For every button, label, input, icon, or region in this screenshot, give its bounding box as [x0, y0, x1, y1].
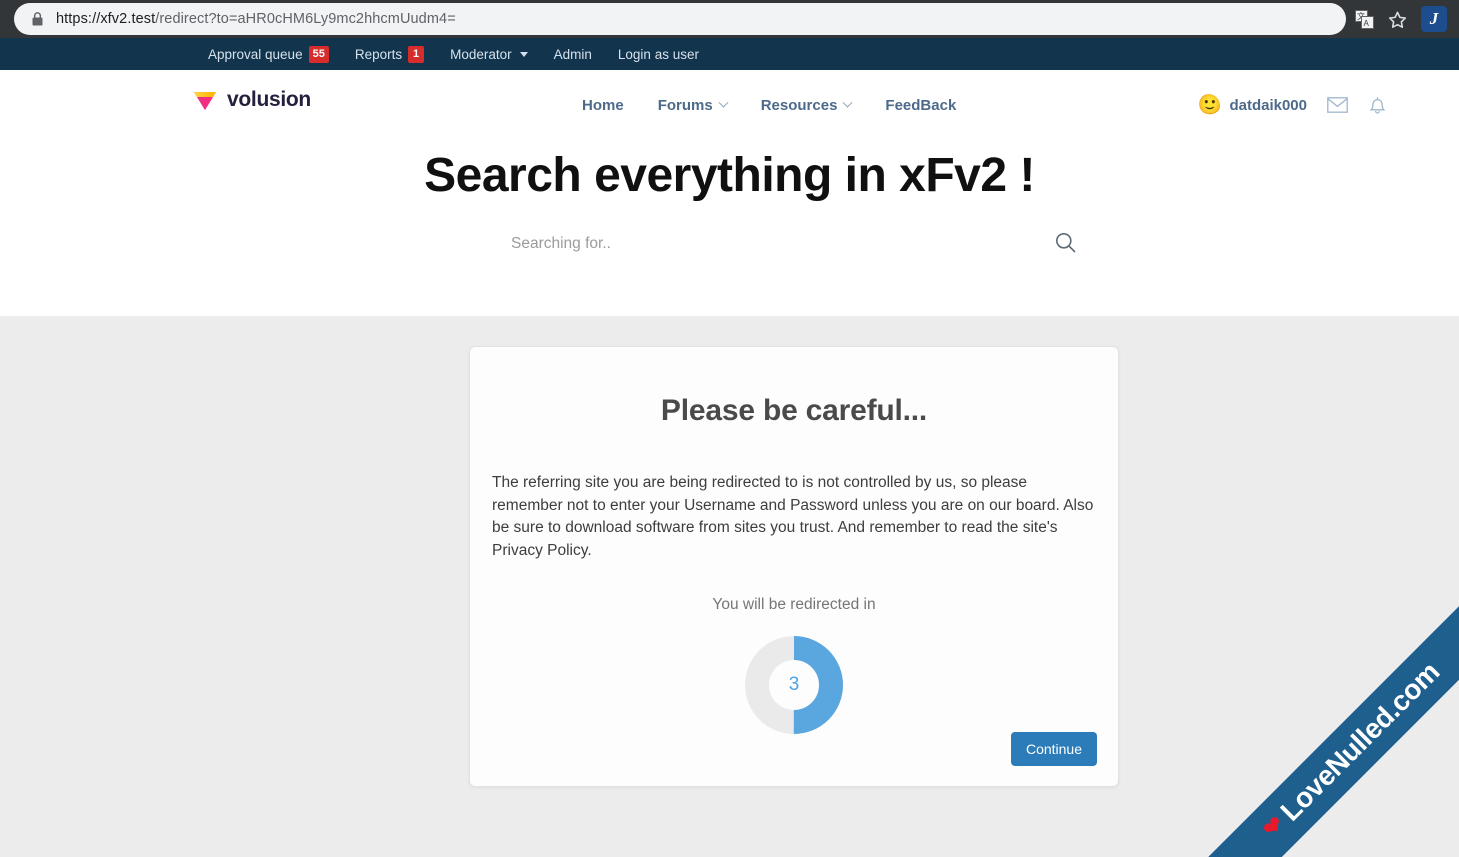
nav-item-label: Forums: [657, 96, 713, 114]
svg-text:A: A: [1363, 19, 1369, 28]
envelope-icon[interactable]: [1327, 97, 1348, 113]
approval-queue-badge: 55: [308, 45, 329, 63]
admin-link-label: Approval queue: [208, 46, 303, 62]
countdown-number: 3: [788, 674, 800, 695]
site-header: volusion Home Forums Resources FeedBack …: [0, 70, 1459, 140]
admin-link-label: Login as user: [617, 46, 699, 62]
admin-link-label: Reports: [354, 46, 403, 62]
address-bar-url: https://xfv2.test/redirect?to=aHR0cHM6Ly…: [56, 11, 456, 27]
countdown-donut-wrap: 3: [470, 636, 1118, 734]
nav-item-feedback[interactable]: FeedBack: [868, 97, 973, 114]
page-title: Search everything in xFv2 !: [424, 149, 1035, 202]
translate-icon[interactable]: 文 A: [1353, 8, 1375, 30]
card-body-text: The referring site you are being redirec…: [492, 474, 1094, 559]
continue-button[interactable]: Continue: [1010, 732, 1097, 766]
admin-link-label: Admin: [553, 46, 592, 62]
watermark: ❤ LoveNulled.com: [1171, 571, 1459, 857]
search-hero: Search everything in xFv2 !: [0, 140, 1459, 316]
chevron-down-icon: [519, 51, 528, 57]
search-icon: [1055, 232, 1076, 256]
chevron-down-icon: [718, 97, 729, 108]
admin-link-login-as-user[interactable]: Login as user: [618, 47, 699, 62]
admin-link-approval-queue[interactable]: Approval queue 55: [208, 45, 329, 63]
nav-item-label: FeedBack: [885, 96, 957, 114]
avatar: 🙂: [1197, 93, 1221, 116]
username-label: datdaik000: [1229, 96, 1307, 114]
nav-item-resources[interactable]: Resources: [744, 97, 869, 114]
site-logo-text: volusion: [227, 88, 311, 111]
search-input[interactable]: [511, 235, 1021, 253]
redirect-countdown-label: You will be redirected in: [712, 596, 876, 613]
admin-link-admin[interactable]: Admin: [554, 47, 592, 62]
lock-icon: [30, 11, 44, 27]
heart-icon: ❤: [1257, 810, 1291, 844]
countdown-donut: 3: [745, 636, 843, 734]
reports-badge: 1: [408, 45, 425, 63]
admin-link-reports[interactable]: Reports 1: [354, 45, 425, 63]
main-nav: Home Forums Resources FeedBack: [565, 70, 973, 140]
nav-item-label: Resources: [760, 96, 838, 114]
nav-item-forums[interactable]: Forums: [641, 97, 744, 114]
nav-item-label: Home: [582, 96, 624, 114]
redirect-notice-card: Please be careful... The referring site …: [469, 346, 1119, 787]
admin-bar: Approval queue 55 Reports 1 Moderator Ad…: [0, 38, 1459, 70]
site-logo[interactable]: volusion: [192, 87, 311, 113]
watermark-text: LoveNulled.com: [1274, 655, 1446, 827]
user-menu-area: 🙂 datdaik000: [1197, 70, 1387, 140]
chevron-down-icon: [842, 97, 853, 108]
bell-icon[interactable]: [1368, 95, 1387, 115]
nav-item-home[interactable]: Home: [565, 97, 641, 114]
card-actions: Continue: [1010, 732, 1097, 766]
user-account-link[interactable]: 🙂 datdaik000: [1197, 94, 1307, 117]
search-submit-button[interactable]: [1055, 232, 1076, 256]
address-bar[interactable]: https://xfv2.test/redirect?to=aHR0cHM6Ly…: [14, 3, 1346, 35]
url-host: https://xfv2.test: [56, 11, 156, 27]
url-path: /redirect?to=aHR0cHM6Ly9mc2hhcmUudm4=: [155, 11, 456, 27]
extension-icon[interactable]: J: [1421, 6, 1447, 32]
star-icon[interactable]: [1386, 8, 1408, 30]
browser-chrome: https://xfv2.test/redirect?to=aHR0cHM6Ly…: [0, 0, 1459, 38]
watermark-band: ❤ LoveNulled.com: [1180, 580, 1459, 857]
admin-link-label: Moderator: [450, 46, 512, 62]
admin-link-moderator[interactable]: Moderator: [450, 47, 528, 62]
volusion-gem-logo-icon: [192, 87, 218, 113]
card-title: Please be careful...: [660, 394, 928, 427]
search-bar: [511, 224, 1076, 264]
page-body: Please be careful... The referring site …: [0, 316, 1459, 857]
